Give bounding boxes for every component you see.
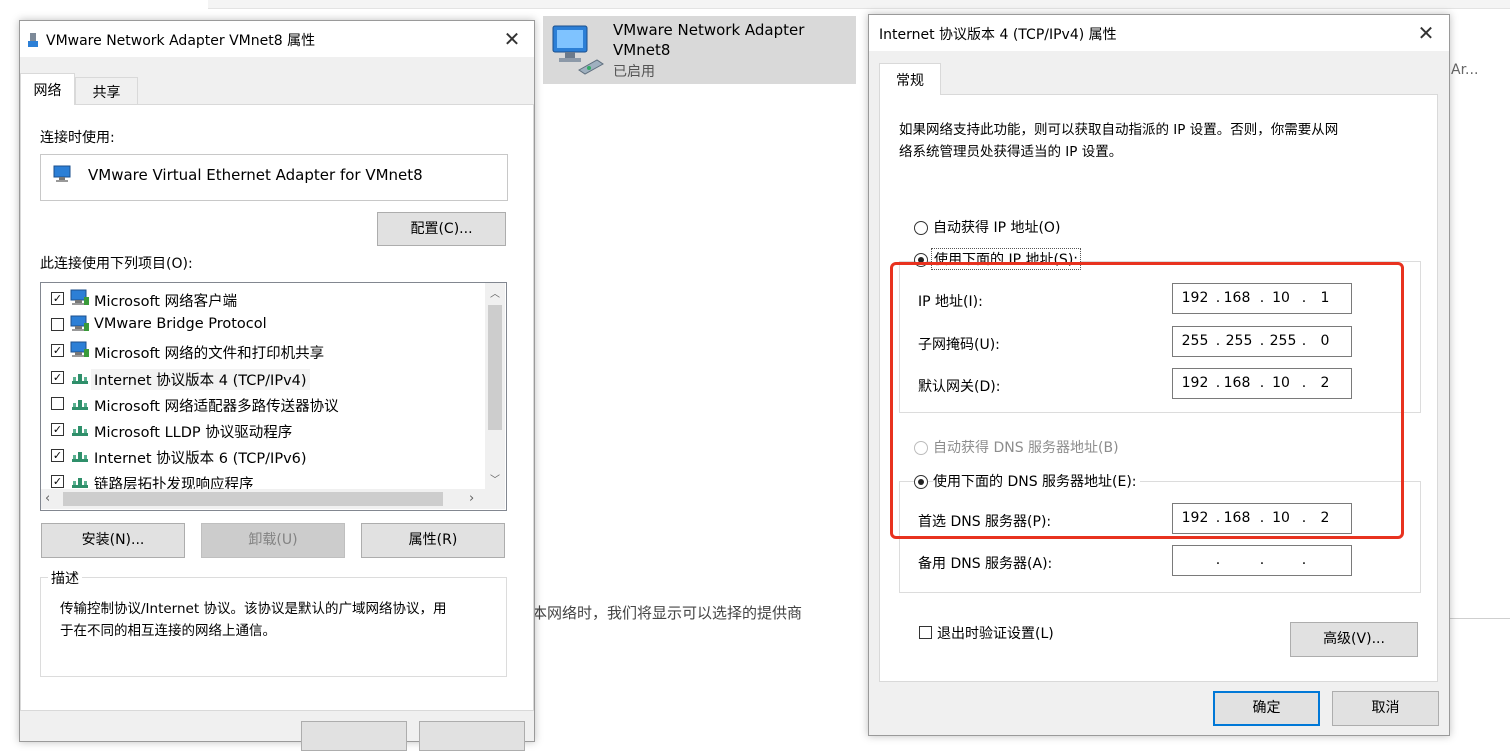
items-vertical-scrollbar[interactable]: ︿ ﹀: [485, 283, 505, 489]
item-checkbox[interactable]: ✓: [51, 292, 64, 305]
description-text-line2: 于在不同的相互连接的网络上通信。: [60, 623, 276, 639]
scroll-up-icon[interactable]: ︿: [485, 285, 505, 300]
item-checkbox[interactable]: [51, 396, 64, 410]
right-dialog-title: Internet 协议版本 4 (TCP/IPv4) 属性: [879, 27, 1117, 43]
highlight-box: [890, 262, 1404, 539]
protocol-icon: [72, 399, 88, 410]
tab-network[interactable]: 网络: [20, 73, 75, 105]
validate-on-exit-label[interactable]: 退出时验证设置(L): [937, 623, 1054, 643]
properties-button[interactable]: 属性(R): [361, 523, 505, 558]
protocol-icon: [72, 452, 88, 463]
alternate-dns-field[interactable]: . . .: [1172, 545, 1352, 576]
adapter-title-icon: [28, 33, 38, 47]
protocol-icon: [72, 426, 88, 436]
item-checkbox[interactable]: ✓: [51, 475, 64, 489]
protocol-icon: [72, 478, 88, 489]
network-client-icon: [70, 289, 89, 305]
item-checkbox[interactable]: [51, 318, 64, 332]
right-dialog-titlebar[interactable]: Internet 协议版本 4 (TCP/IPv4) 属性 ✕: [869, 15, 1449, 51]
adapter-monitor-icon: [53, 165, 71, 182]
alternate-dns-label: 备用 DNS 服务器(A):: [918, 556, 1053, 572]
advanced-button[interactable]: 高级(V)...: [1290, 622, 1418, 657]
connect-using-label: 连接时使用:: [40, 130, 115, 146]
list-item[interactable]: ✓ Microsoft 网络客户端: [41, 287, 481, 311]
list-item[interactable]: ✓ Microsoft LLDP 协议驱动程序: [41, 418, 481, 442]
item-label: Microsoft LLDP 协议驱动程序: [94, 425, 293, 441]
item-label: Internet 协议版本 6 (TCP/IPv6): [94, 451, 307, 468]
tab-sharing[interactable]: 共享: [75, 77, 138, 105]
background-window-edge: [208, 0, 1510, 9]
item-checkbox[interactable]: ✓: [51, 370, 64, 384]
list-item[interactable]: ✓ Microsoft 网络的文件和打印机共享: [41, 339, 481, 363]
items-list[interactable]: ✓ Microsoft 网络客户端 VMware Bridge Protocol ✓ M…: [40, 282, 507, 511]
install-button[interactable]: 安装(N)...: [41, 523, 185, 558]
background-truncated-text: Ar...: [1451, 62, 1479, 78]
adapter-properties-dialog: VMware Network Adapter VMnet8 属性 ✕ 网络 共享…: [19, 20, 535, 751]
background-obscured-text: 本网络时，我们将显示可以选择的提供商: [535, 604, 803, 622]
list-item[interactable]: Microsoft 网络适配器多路传送器协议: [41, 392, 481, 416]
item-label: VMware Bridge Protocol: [94, 316, 267, 333]
ok-button[interactable]: 确定: [1213, 691, 1320, 726]
description-text-line1: 传输控制协议/Internet 协议。该协议是默认的广域网络协议，用: [60, 601, 447, 617]
intro-text-line2: 络系统管理员处获得适当的 IP 设置。: [899, 144, 1123, 160]
item-label: Microsoft 网络适配器多路传送器协议: [94, 398, 339, 415]
list-item[interactable]: ✓ Internet 协议版本 4 (TCP/IPv4): [41, 366, 481, 390]
left-dialog-titlebar[interactable]: VMware Network Adapter VMnet8 属性 ✕: [20, 21, 534, 57]
cancel-button[interactable]: 取消: [1332, 691, 1439, 726]
intro-text-line1: 如果网络支持此功能，则可以获取自动指派的 IP 设置。否则，你需要从网: [899, 122, 1339, 138]
auto-ip-radio[interactable]: [914, 221, 928, 235]
background-adapter-name: VMware Network Adapter VMnet8: [613, 21, 805, 59]
item-label: Microsoft 网络客户端: [94, 294, 238, 310]
background-window-right: [1449, 22, 1510, 619]
scroll-right-icon[interactable]: ›: [469, 491, 474, 506]
left-dialog-title: VMware Network Adapter VMnet8 属性: [46, 33, 316, 49]
configure-button[interactable]: 配置(C)...: [377, 212, 506, 246]
background-adapter-tile[interactable]: VMware Network Adapter VMnet8 已启用: [543, 16, 856, 84]
auto-ip-label[interactable]: 自动获得 IP 地址(O): [933, 217, 1060, 237]
items-label: 此连接使用下列项目(O):: [40, 256, 193, 272]
item-checkbox[interactable]: ✓: [51, 449, 64, 463]
item-checkbox[interactable]: ✓: [51, 423, 64, 436]
network-tab-panel: 连接时使用: VMware Virtual Ethernet Adapter f…: [20, 104, 534, 711]
list-item[interactable]: VMware Bridge Protocol: [41, 313, 481, 337]
item-label: Internet 协议版本 4 (TCP/IPv4): [91, 368, 310, 390]
list-item[interactable]: ✓ Internet 协议版本 6 (TCP/IPv6): [41, 444, 481, 468]
scroll-down-icon[interactable]: ﹀: [485, 471, 505, 486]
item-label: Microsoft 网络的文件和打印机共享: [94, 346, 325, 363]
adapter-name-box: VMware Virtual Ethernet Adapter for VMne…: [40, 154, 508, 201]
h-scroll-thumb[interactable]: [63, 492, 443, 506]
left-dialog-close-icon[interactable]: ✕: [497, 25, 527, 53]
left-ok-button[interactable]: [301, 721, 407, 751]
background-adapter-status: 已启用: [613, 64, 655, 80]
network-client-icon: [70, 341, 89, 358]
network-adapter-icon: [552, 25, 604, 75]
left-cancel-button[interactable]: [419, 721, 525, 751]
tab-general[interactable]: 常规: [879, 63, 941, 95]
network-client-icon: [70, 315, 89, 332]
validate-on-exit-checkbox[interactable]: [919, 626, 932, 639]
right-dialog-close-icon[interactable]: ✕: [1411, 19, 1441, 47]
scroll-corner: [485, 489, 505, 509]
protocol-icon: [72, 373, 88, 384]
scroll-left-icon[interactable]: ‹: [45, 491, 50, 506]
items-horizontal-scrollbar[interactable]: ‹ ›: [41, 489, 485, 509]
uninstall-button[interactable]: 卸载(U): [201, 523, 345, 558]
scroll-thumb[interactable]: [488, 305, 502, 430]
description-label: 描述: [48, 568, 82, 588]
adapter-name: VMware Virtual Ethernet Adapter for VMne…: [88, 166, 423, 184]
item-checkbox[interactable]: ✓: [51, 344, 64, 358]
